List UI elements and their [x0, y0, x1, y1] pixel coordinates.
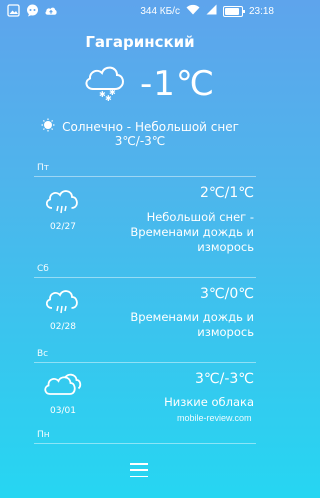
current-weather: ✱ ✱ ✱ -1℃: [82, 62, 215, 106]
status-bar: 344 КБ/с 23:18: [0, 0, 280, 22]
day-label-mon: Пн: [37, 430, 50, 440]
sun-icon: [41, 118, 55, 135]
day-date: 02/28: [50, 322, 76, 332]
city-name[interactable]: Гагаринский: [0, 33, 280, 51]
description-line: изморось: [197, 325, 254, 339]
menu-bar: [130, 463, 148, 465]
chat-icon: [25, 3, 39, 17]
day-temperature: 3℃/-3℃: [194, 371, 254, 387]
day-label-fri: Пт: [37, 163, 50, 173]
status-right: 344 КБ/с 23:18: [140, 4, 274, 18]
wifi-icon: [186, 4, 200, 18]
description-line: изморось: [197, 240, 254, 254]
current-range: 3℃/-3℃: [114, 134, 166, 148]
menu-bar: [130, 469, 148, 471]
day-temperature: 3℃/0℃: [200, 286, 254, 302]
battery-icon: [222, 5, 245, 17]
menu-bar: [130, 475, 148, 477]
description-line: Временами дождь и: [130, 310, 254, 324]
clock: 23:18: [248, 5, 274, 17]
divider: [34, 443, 256, 444]
svg-text:✱: ✱: [109, 88, 116, 97]
day-description: Небольшой снег - Временами дождь и измор…: [130, 210, 254, 255]
rain-cloud-icon: [43, 186, 81, 222]
day-date: 02/27: [50, 222, 76, 232]
cloud-upload-icon: [44, 3, 58, 17]
battery-level: [224, 7, 239, 15]
divider: [34, 176, 256, 177]
current-condition-row: Солнечно - Небольшой снег: [0, 118, 280, 135]
day-label-sun: Вс: [37, 349, 49, 359]
description-line: Небольшой снег -: [146, 210, 254, 224]
day-temperature: 2℃/1℃: [200, 185, 254, 201]
divider: [34, 277, 256, 278]
divider: [34, 362, 256, 363]
snow-cloud-icon: ✱ ✱ ✱: [82, 62, 128, 106]
description-line: Временами дождь и: [130, 225, 254, 239]
gallery-icon: [6, 3, 20, 17]
network-speed: 344 КБ/с: [140, 5, 180, 17]
menu-button[interactable]: [130, 463, 148, 477]
signal-icon: [206, 4, 217, 18]
description-line: Низкие облака: [164, 395, 254, 409]
watermark: mobile-review.com: [177, 413, 252, 423]
cloudy-icon: [43, 370, 83, 404]
current-condition: Солнечно - Небольшой снег: [62, 119, 239, 134]
rain-cloud-icon: [43, 286, 81, 322]
day-label-sat: Сб: [37, 264, 49, 274]
day-description: Временами дождь и изморось: [130, 310, 254, 340]
day-date: 03/01: [50, 406, 76, 416]
notification-icons: [6, 3, 58, 17]
day-description: Низкие облака: [164, 395, 254, 410]
current-temperature: -1℃: [140, 64, 216, 104]
